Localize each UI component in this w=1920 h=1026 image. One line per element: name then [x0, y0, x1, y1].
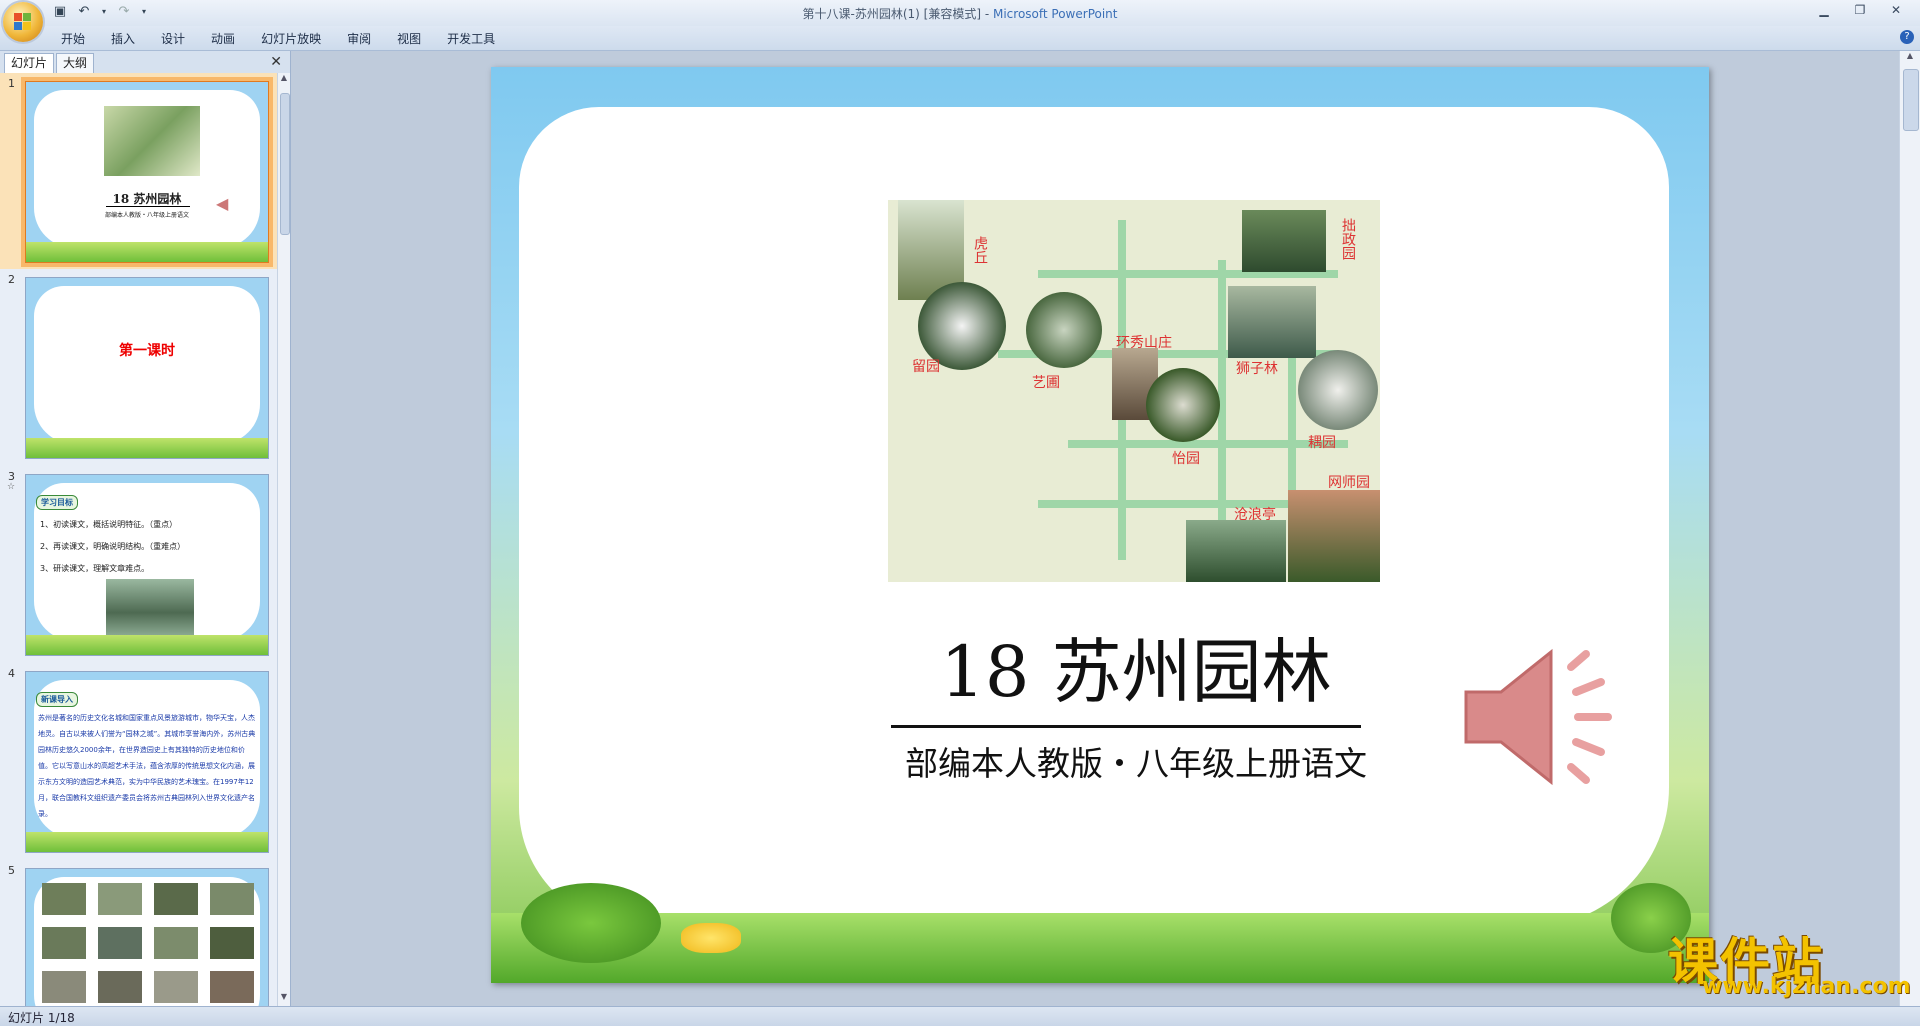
main-vertical-scrollbar[interactable]: ▲: [1899, 51, 1920, 1006]
scroll-down-icon[interactable]: ▼: [278, 992, 290, 1006]
map-label-zhuozheng: 拙政园: [1340, 218, 1356, 260]
tab-design[interactable]: 设计: [148, 30, 198, 48]
tab-developer[interactable]: 开发工具: [434, 30, 508, 48]
slide-thumbnail-3[interactable]: 3 ☆ 学习目标 1、初读课文，概括说明特征。（重点） 2、再读课文，明确说明结…: [0, 466, 278, 663]
grass-decoration: [491, 913, 1709, 983]
tab-animations[interactable]: 动画: [198, 30, 248, 48]
tab-home[interactable]: 开始: [48, 30, 98, 48]
thumb-photo: [98, 971, 142, 1003]
map-label-yiyuan: 怡园: [1172, 451, 1200, 467]
suzhou-gardens-map: 虎丘 拙政园 留园 艺圃 环秀山庄 狮子林 耦园 怡园 网师园 沧浪亭: [888, 200, 1380, 582]
tab-insert[interactable]: 插入: [98, 30, 148, 48]
scroll-up-icon[interactable]: ▲: [278, 73, 290, 87]
shizilin-photo: [1228, 286, 1316, 358]
kjzhan-watermark: 课件站 www.kjzhan.com: [1668, 922, 1911, 1004]
thumb-photo: [42, 971, 86, 1003]
slide-thumbnail-2[interactable]: 2 第一课时: [0, 269, 278, 466]
thumb-photo: [42, 883, 86, 915]
thumb-map-image: [104, 106, 200, 176]
scroll-up-icon[interactable]: ▲: [1900, 51, 1920, 65]
tree-decoration: [521, 883, 661, 963]
scrollbar-thumb[interactable]: [1903, 69, 1919, 131]
thumb-photo: [210, 883, 254, 915]
close-pane-icon[interactable]: ✕: [270, 54, 282, 70]
thumb-heading: 学习目标: [36, 495, 78, 510]
thumb-garden-image: [106, 579, 194, 635]
slide-thumbnail-5[interactable]: 5: [0, 860, 278, 1006]
thumb-photo: [154, 883, 198, 915]
office-button[interactable]: [3, 2, 43, 42]
animation-star-icon: ☆: [7, 482, 16, 492]
thumb-item: 3、研读课文，理解文章难点。: [40, 564, 150, 573]
pane-tabs: 幻灯片 大纲 ✕: [0, 51, 290, 74]
thumb-body: 苏州是著名的历史文化名城和国家重点风景旅游城市，物华天宝，人杰地灵。自古以来被人…: [38, 714, 256, 818]
window-controls: ▁ ❐ ✕: [1806, 0, 1914, 20]
thumb-heading: 新课导入: [36, 692, 78, 707]
ribbon-tabs: 开始 插入 设计 动画 幻灯片放映 审阅 视图 开发工具 ?: [0, 26, 1920, 51]
thumb-item: 1、初读课文，概括说明特征。（重点）: [40, 520, 178, 529]
speaker-icon: ◀: [216, 194, 229, 213]
slide-indicator: 幻灯片 1/18: [8, 1011, 75, 1025]
window-title: 第十八课-苏州园林(1) [兼容模式] - Microsoft PowerPoi…: [0, 5, 1920, 22]
help-icon[interactable]: ?: [1900, 30, 1914, 44]
yiyuan-photo: [1146, 368, 1220, 442]
thumb-photo: [42, 927, 86, 959]
slide-number: 4: [8, 667, 15, 680]
slide-title[interactable]: 18 苏州园林: [889, 632, 1383, 712]
tab-slideshow[interactable]: 幻灯片放映: [248, 30, 334, 48]
current-slide[interactable]: 虎丘 拙政园 留园 艺圃 环秀山庄 狮子林 耦园 怡园 网师园 沧浪亭 18 苏…: [491, 67, 1709, 983]
slide-number: 2: [8, 273, 15, 286]
thumbnail-scrollbar[interactable]: ▲ ▼: [277, 73, 290, 1006]
slide-thumbnail-1[interactable]: 1 18 苏州园林 部编本人教版・八年级上册语文 ◀: [0, 73, 278, 269]
thumb-item: 2、再读课文，明确说明结构。（重难点）: [40, 542, 186, 551]
watermark-url: www.kjzhan.com: [1702, 974, 1911, 999]
map-label-huanxiu: 环秀山庄: [1116, 335, 1172, 351]
thumbnail-list: 1 18 苏州园林 部编本人教版・八年级上册语文 ◀ 2 第一课时 3 ☆ 学习…: [0, 73, 278, 1006]
app-name: Microsoft PowerPoint: [992, 7, 1118, 21]
thumb-subtitle: 部编本人教版・八年级上册语文: [104, 212, 189, 219]
tab-view[interactable]: 视图: [384, 30, 434, 48]
thumb-photo: [98, 883, 142, 915]
canglang-photo: [1186, 520, 1286, 582]
thumb-photo: [154, 971, 198, 1003]
thumb-photo: [98, 927, 142, 959]
thumb-title: 18 苏州园林: [112, 192, 182, 206]
close-icon[interactable]: ✕: [1878, 0, 1914, 20]
minimize-icon[interactable]: ▁: [1806, 0, 1842, 20]
status-bar: 幻灯片 1/18: [0, 1006, 1920, 1026]
document-title: 第十八课-苏州园林(1) [兼容模式] -: [802, 7, 993, 21]
map-label-ouyuan: 耦园: [1308, 435, 1336, 451]
map-label-huqiu: 虎丘: [972, 236, 988, 264]
tab-review[interactable]: 审阅: [334, 30, 384, 48]
map-label-wangshi: 网师园: [1328, 475, 1370, 491]
zhuozheng-photo: [1242, 210, 1326, 272]
title-underline: [891, 725, 1361, 728]
flower-decoration: [681, 923, 741, 953]
thumb-text: 第一课时: [119, 343, 175, 359]
slide-subtitle[interactable]: 部编本人教版・八年级上册语文: [889, 737, 1383, 785]
map-label-shizilin: 狮子林: [1236, 361, 1278, 377]
thumb-photo: [210, 971, 254, 1003]
yipu-photo: [1026, 292, 1102, 368]
title-bar: ▣ ↶ ▾ ↷ ▾ 第十八课-苏州园林(1) [兼容模式] - Microsof…: [0, 0, 1920, 42]
tab-outline[interactable]: 大纲: [56, 53, 95, 73]
map-label-yipu: 艺圃: [1032, 375, 1060, 391]
slide-number: 1: [8, 77, 15, 90]
map-label-liuyuan: 留园: [912, 359, 940, 375]
map-label-canglang: 沧浪亭: [1234, 507, 1276, 523]
wangshi-photo: [1288, 490, 1380, 582]
thumb-photo: [154, 927, 198, 959]
thumb-photo: [210, 927, 254, 959]
slides-pane: 幻灯片 大纲 ✕ 1 18 苏州园林 部编本人教版・八年级上册语文 ◀ 2 第一…: [0, 51, 291, 1006]
restore-icon[interactable]: ❐: [1842, 0, 1878, 20]
tab-slides[interactable]: 幻灯片: [4, 53, 55, 73]
scrollbar-thumb[interactable]: [280, 93, 290, 235]
speaker-icon[interactable]: [1456, 632, 1626, 802]
ouyuan-photo: [1298, 350, 1378, 430]
slide-thumbnail-4[interactable]: 4 新课导入 苏州是著名的历史文化名城和国家重点风景旅游城市，物华天宝，人杰地灵…: [0, 663, 278, 860]
slide-number: 5: [8, 864, 15, 877]
office-logo-icon: [14, 13, 32, 31]
